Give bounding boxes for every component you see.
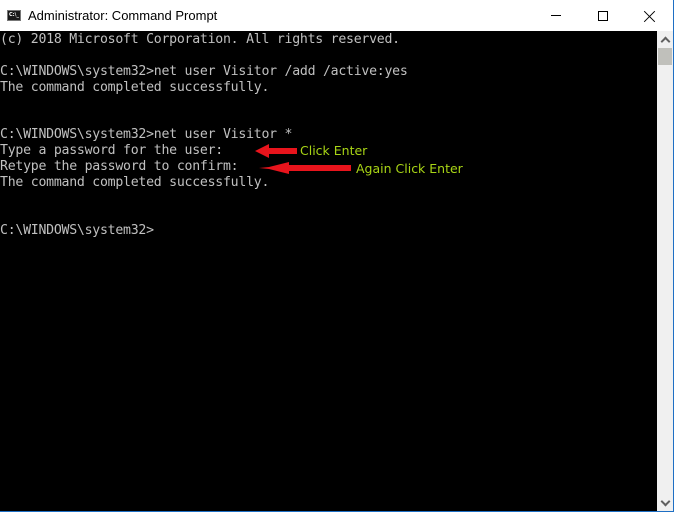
- console-line: Type a password for the user:: [0, 143, 223, 158]
- console-line: C:\WINDOWS\system32>: [0, 223, 154, 238]
- close-icon: [644, 10, 656, 22]
- console-output[interactable]: (c) 2018 Microsoft Corporation. All righ…: [0, 31, 657, 511]
- chevron-down-icon: [660, 496, 670, 506]
- red-arrow-icon: [255, 144, 297, 158]
- scroll-up-button[interactable]: [657, 31, 673, 48]
- close-button[interactable]: [627, 0, 673, 31]
- console-line: The command completed successfully.: [0, 80, 270, 95]
- chevron-up-icon: [660, 36, 670, 46]
- red-arrow-icon: [259, 162, 351, 174]
- console-line: (c) 2018 Microsoft Corporation. All righ…: [0, 32, 400, 47]
- maximize-button[interactable]: [580, 0, 626, 31]
- command-prompt-window: C:\_ Administrator: Command Prompt (c) 2…: [0, 0, 674, 512]
- annotation-click-enter: Click Enter: [300, 143, 368, 158]
- minimize-button[interactable]: [533, 0, 579, 31]
- console-line: Retype the password to confirm:: [0, 159, 239, 174]
- maximize-icon: [598, 10, 608, 21]
- console-line: C:\WINDOWS\system32>net user Visitor *: [0, 127, 293, 142]
- scrollbar-thumb[interactable]: [658, 48, 672, 65]
- vertical-scrollbar[interactable]: [657, 31, 673, 511]
- title-bar[interactable]: C:\_ Administrator: Command Prompt: [0, 0, 673, 31]
- scroll-down-button[interactable]: [657, 494, 673, 511]
- console-line: C:\WINDOWS\system32>net user Visitor /ad…: [0, 64, 408, 79]
- window-title: Administrator: Command Prompt: [28, 8, 218, 23]
- annotation-again-click-enter: Again Click Enter: [356, 161, 463, 176]
- minimize-icon: [551, 15, 561, 16]
- console-line: The command completed successfully.: [0, 175, 270, 190]
- cmd-app-icon: C:\_: [7, 10, 21, 21]
